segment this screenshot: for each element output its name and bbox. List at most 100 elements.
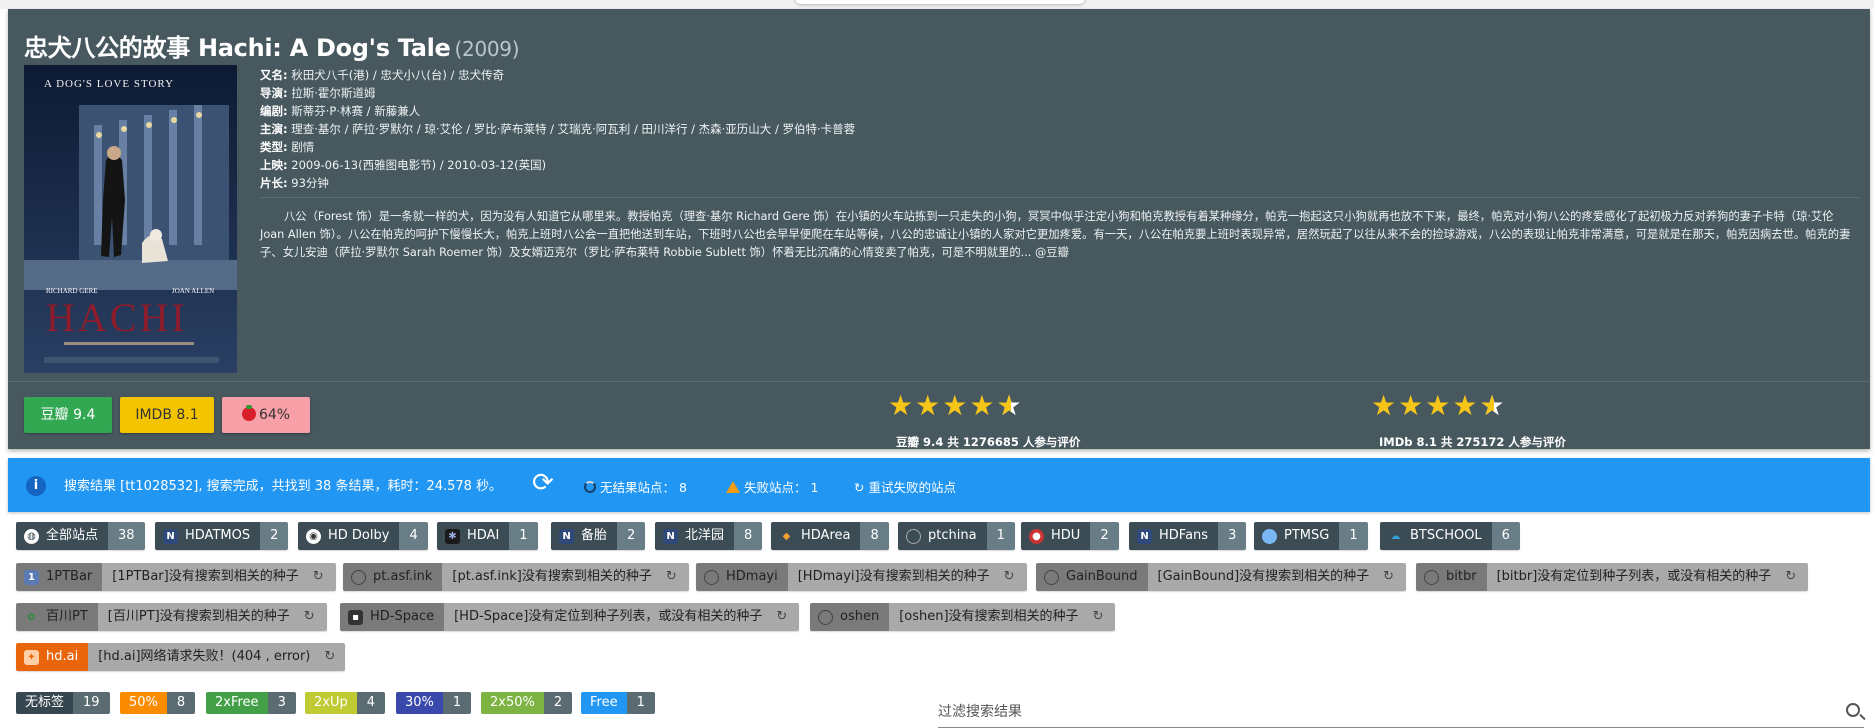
poster-actor2: JOAN ALLEN xyxy=(172,287,214,295)
movie-title: 忠犬八公的故事 Hachi: A Dog's Tale (2009) xyxy=(24,28,520,63)
star-icon: ★ xyxy=(1452,389,1480,422)
poster-hachi: HACHI xyxy=(46,295,188,340)
tomato-rating-button[interactable]: 64% xyxy=(222,397,310,433)
filter-box xyxy=(938,700,1864,728)
info-row-release: 上映: 2009-06-13(西雅图电影节) / 2010-03-12(英国) xyxy=(260,158,547,172)
retry-icon[interactable]: ↻ xyxy=(324,649,335,664)
label-filter-2xfree[interactable]: 2xFree 3 xyxy=(206,692,296,714)
site-tag-btschool[interactable]: ☁ BTSCHOOL 6 xyxy=(1380,522,1520,550)
circle-icon xyxy=(584,481,596,493)
imdb-rating-label: IMDb 8.1 共 275172 人参与评价 xyxy=(1379,435,1566,449)
retry-icon[interactable]: ↻ xyxy=(313,569,324,584)
globe-icon: ◍ xyxy=(24,528,39,544)
warning-icon xyxy=(726,481,740,493)
info-row-writer: 编剧: 斯蒂芬·P·林赛 / 新藤兼人 xyxy=(260,104,421,118)
n-icon: N xyxy=(559,528,574,544)
oshen-icon xyxy=(818,609,833,625)
retry-icon[interactable]: ↻ xyxy=(666,569,677,584)
info-row-runtime: 片长: 93分钟 xyxy=(260,176,329,190)
movie-poster: A DOG'S LOVE STORY RICHARD GERE JOAN ALL… xyxy=(24,65,237,373)
retry-icon[interactable]: ↻ xyxy=(1383,569,1394,584)
site-tag-hdfans[interactable]: N HDFans 3 xyxy=(1129,522,1247,550)
browser-top-strip xyxy=(0,0,1874,9)
movie-card: 忠犬八公的故事 Hachi: A Dog's Tale (2009) A DOG'… xyxy=(8,9,1870,449)
star-half-icon: ★ xyxy=(996,389,1023,422)
failed-site-ptasfink[interactable]: pt.asf.ink [pt.asf.ink]没有搜索到相关的种子 ↻ xyxy=(343,563,689,591)
n-icon: N xyxy=(163,528,178,544)
star-icon: ★ xyxy=(1371,389,1399,422)
bitbr-icon xyxy=(1424,569,1439,585)
btschool-icon: ☁ xyxy=(1390,530,1401,542)
filter-results-input[interactable] xyxy=(938,700,1818,724)
site-tag-hdatmos[interactable]: N HDATMOS 2 xyxy=(155,522,289,550)
site-tag-hdarea[interactable]: ◆ HDArea 8 xyxy=(771,522,889,550)
error-site-hdai[interactable]: ✦ hd.ai [hd.ai]网络请求失败！(404 , error) ↻ xyxy=(16,643,346,671)
site-tag-all[interactable]: ◍ 全部站点 38 xyxy=(16,522,145,550)
hdspace-icon: ▪ xyxy=(348,609,363,625)
info-icon: i xyxy=(26,476,46,496)
n-icon: N xyxy=(1137,528,1152,544)
failed-site-gainbound[interactable]: GainBound [GainBound]没有搜索到相关的种子 ↻ xyxy=(1036,563,1407,591)
retry-failed-button[interactable]: ↻ 重试失败的站点 xyxy=(854,477,956,496)
1ptbar-icon: 1 xyxy=(24,569,39,585)
retry-icon[interactable]: ↻ xyxy=(1004,569,1015,584)
retry-icon[interactable]: ↻ xyxy=(1785,569,1796,584)
site-tag-beitai[interactable]: N 备胎 2 xyxy=(551,522,646,550)
info-divider xyxy=(260,197,1860,198)
failed-sites[interactable]: 失败站点： 1 xyxy=(726,477,818,496)
site-tag-hdu[interactable]: ● HDU 2 xyxy=(1021,522,1119,550)
failed-site-hdspace[interactable]: ▪ HD-Space [HD-Space]没有定位到种子列表，或没有相关的种子 ↻ xyxy=(340,603,800,631)
refresh-icon[interactable]: ⟳ xyxy=(532,470,554,496)
hdu-icon: ● xyxy=(1029,528,1044,544)
dolby-icon: ◉ xyxy=(306,528,321,544)
star-icon: ★ xyxy=(888,389,916,422)
no-result-sites[interactable]: 无结果站点： 8 xyxy=(584,477,687,496)
ratings-divider xyxy=(8,381,1870,382)
poster-actor1: RICHARD GERE xyxy=(46,287,98,295)
star-icon: ★ xyxy=(915,389,943,422)
site-tag-ptmsg[interactable]: PTMSG 1 xyxy=(1254,522,1368,550)
search-status-message: 搜索结果 [tt1028532], 搜索完成，共找到 38 条结果，耗时：24.… xyxy=(64,479,503,494)
retry-icon[interactable]: ↻ xyxy=(304,609,315,624)
failed-site-1ptbar[interactable]: 1 1PTBar [1PTBar]没有搜索到相关的种子 ↻ xyxy=(16,563,336,591)
n-icon: N xyxy=(663,528,678,544)
imdb-stars: ★★★★★ xyxy=(1371,389,1507,422)
site-tag-beiyangyuan[interactable]: N 北洋园 8 xyxy=(655,522,763,550)
label-filter-2x50[interactable]: 2x50% 2 xyxy=(481,692,573,714)
douban-rating-button[interactable]: 豆瓣 9.4 xyxy=(24,397,112,433)
site-tag-hdai[interactable]: ✱ HDAI 1 xyxy=(437,522,538,550)
info-row-aka: 又名: 秋田犬八千(港) / 忠犬小八(台) / 忠犬传奇 xyxy=(260,68,505,82)
info-row-genre: 类型: 剧情 xyxy=(260,140,315,154)
poster-tagline: A DOG'S LOVE STORY xyxy=(44,78,174,90)
ptasfink-icon xyxy=(351,569,366,585)
site-tag-ptchina[interactable]: ptchina 1 xyxy=(898,522,1015,550)
ptchina-icon xyxy=(906,528,921,544)
failed-site-baichuanpt[interactable]: ✿ 百川PT [百川PT]没有搜索到相关的种子 ↻ xyxy=(16,603,327,631)
imdb-rating-button[interactable]: IMDB 8.1 xyxy=(120,397,214,433)
info-row-director: 导演: 拉斯·霍尔斯道姆 xyxy=(260,86,376,100)
retry-icon[interactable]: ↻ xyxy=(1093,609,1104,624)
gainbound-icon xyxy=(1044,569,1059,585)
site-tag-hddolby[interactable]: ◉ HD Dolby 4 xyxy=(298,522,428,550)
tomato-icon xyxy=(241,405,256,421)
failed-site-hdmayi[interactable]: HDmayi [HDmayi]没有搜索到相关的种子 ↻ xyxy=(696,563,1027,591)
label-filter-30[interactable]: 30% 1 xyxy=(396,692,472,714)
top-tab-handle xyxy=(795,0,1085,4)
label-filter-free[interactable]: Free 1 xyxy=(581,692,655,714)
info-row-cast: 主演: 理查·基尔 / 萨拉·罗默尔 / 琼·艾伦 / 罗比·萨布莱特 / 艾瑞… xyxy=(260,122,856,136)
baichuan-icon: ✿ xyxy=(27,611,36,623)
search-status-bar: i 搜索结果 [tt1028532], 搜索完成，共找到 38 条结果，耗时：2… xyxy=(8,458,1870,512)
failed-site-bitbr[interactable]: bitbr [bitbr]没有定位到种子列表，或没有相关的种子 ↻ xyxy=(1416,563,1809,591)
label-filter-none[interactable]: 无标签 19 xyxy=(16,692,110,714)
movie-summary: 八公（Forest 饰）是一条就一样的犬，因为没有人知道它从哪里来。教授帕克（理… xyxy=(260,210,1851,259)
star-half-icon: ★ xyxy=(1479,389,1506,422)
star-icon: ★ xyxy=(942,389,970,422)
retry-icon: ↻ xyxy=(854,480,865,495)
douban-stars: ★★★★★ xyxy=(888,389,1024,422)
label-filter-2xup[interactable]: 2xUp 4 xyxy=(305,692,386,714)
failed-site-oshen[interactable]: oshen [oshen]没有搜索到相关的种子 ↻ xyxy=(810,603,1116,631)
search-icon[interactable] xyxy=(1846,703,1860,717)
label-filter-50[interactable]: 50% 8 xyxy=(120,692,196,714)
retry-icon[interactable]: ↻ xyxy=(776,609,787,624)
hdai-icon: ✱ xyxy=(445,528,460,544)
